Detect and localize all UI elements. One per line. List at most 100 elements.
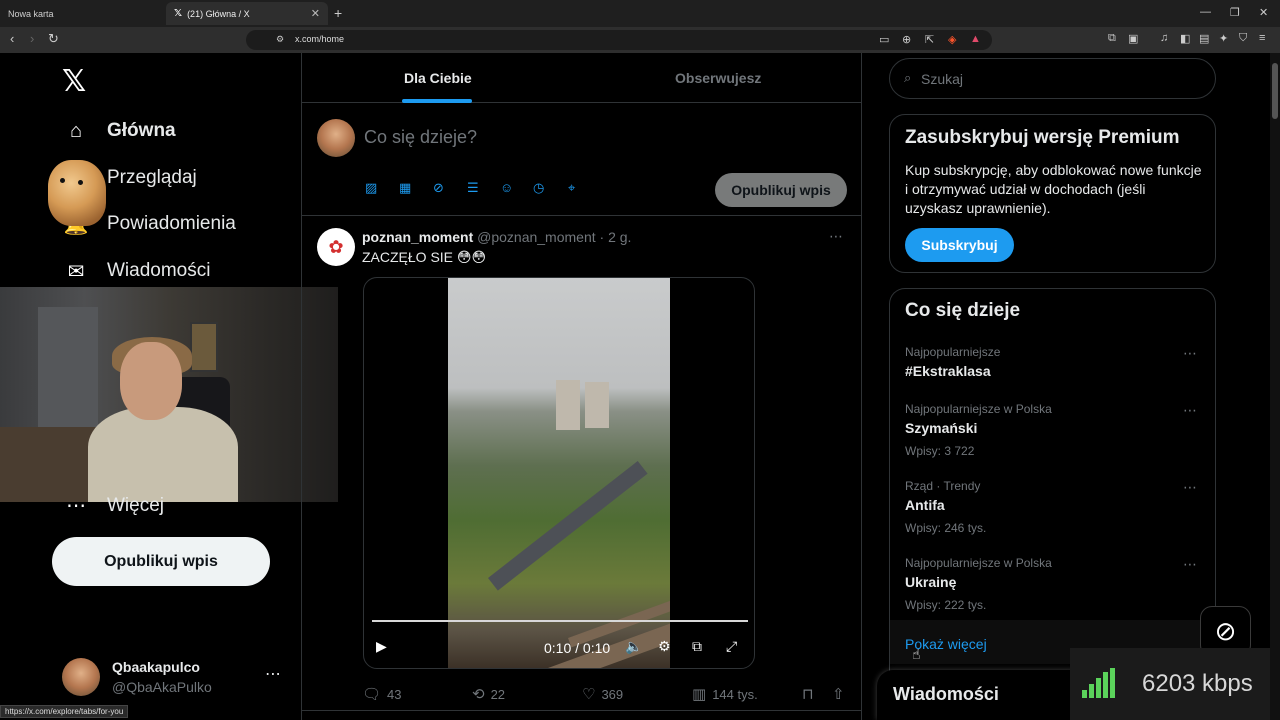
share-icon[interactable]: ⇱ [925,33,934,46]
brave-rewards-icon[interactable]: ▲ [970,33,981,45]
poll-icon[interactable]: ☰ [467,180,479,196]
more-options-icon[interactable]: ⋯ [1183,402,1197,419]
zoom-icon[interactable]: ⊕ [902,33,911,46]
compose-post-button[interactable]: Opublikuj wpis [715,173,847,207]
x-logo-icon[interactable]: 𝕏 [62,64,86,99]
premium-text: Kup subskrypcję, aby odblokować nowe fun… [905,162,1202,216]
post-button[interactable]: Opublikuj wpis [52,537,270,586]
bitrate-value: 6203 kbps [1142,670,1253,697]
browser-tab-bar: Nowa karta 𝕏 (21) Główna / X ✕ + — ❐ ✕ [0,0,1280,27]
more-options-icon[interactable]: ⋯ [829,228,843,245]
more-options-icon[interactable]: ⋯ [265,664,281,684]
new-tab-icon[interactable]: + [334,5,342,21]
browser-tab-x-home[interactable]: 𝕏 (21) Główna / X ✕ [166,2,328,25]
location-icon[interactable]: ⌖ [568,180,575,196]
tab-for-you[interactable]: Dla Ciebie [404,70,472,86]
video-player[interactable]: ▶ 0:10 / 0:10 🔈 ⚙ ⧉ ⤢ [363,277,755,669]
sidebar-item-more[interactable]: ⋯ Więcej [62,493,164,518]
address-bar[interactable]: ⚙ x.com/home ▭ ⊕ ⇱ ◈ ▲ [246,30,992,50]
picture-in-picture-icon[interactable]: ⧉ [692,638,702,655]
messages-drawer-title: Wiadomości [893,684,999,704]
main-timeline: Dla Ciebie Obserwujesz Co się dzieje? ▨ … [301,53,862,720]
cursor-hand-icon: ☝ [912,646,921,662]
close-tab-icon[interactable]: ✕ [311,7,320,20]
schedule-icon[interactable]: ◷ [533,180,544,196]
compose-input[interactable]: Co się dzieje? [364,127,477,148]
media-icon[interactable]: ♫ [1160,32,1168,44]
tab-following[interactable]: Obserwujesz [675,70,761,86]
media-icon[interactable]: ▨ [365,180,377,196]
gif-icon[interactable]: ▦ [399,180,411,196]
subscribe-button[interactable]: Subskrybuj [905,228,1014,262]
bookmark-button[interactable]: ⊓ [802,685,820,703]
timestamp[interactable]: · 2 g. [600,229,632,245]
video-progress-bar[interactable] [372,620,748,622]
mail-icon: ✉ [67,260,85,283]
more-options-icon[interactable]: ⋯ [1183,345,1197,362]
home-icon: ⌂ [69,119,83,142]
vpn-icon[interactable]: ⛉ [1239,32,1247,45]
repost-button[interactable]: ⟲ 22 [472,685,505,703]
trend-item[interactable]: Najpopularniejsze w Polska Szymański Wpi… [905,402,1205,458]
sidebar-item-messages[interactable]: ✉ Wiadomości [62,256,211,286]
cast-icon[interactable]: ▭ [879,33,889,46]
tab-search-icon[interactable]: ▣ [1128,32,1138,45]
search-input[interactable]: ⌕ Szukaj [889,58,1216,99]
timeline-tabs: Dla Ciebie Obserwujesz [302,53,861,103]
trend-count: Wpisy: 3 722 [905,444,975,458]
more-options-icon[interactable]: ⋯ [1183,479,1197,496]
repost-icon: ⟲ [472,686,485,703]
restore-icon[interactable]: ❐ [1230,6,1240,19]
sidebar-item-home[interactable]: ⌂ Główna [62,116,176,146]
window-close-icon[interactable]: ✕ [1259,6,1268,19]
signal-bars-icon [1082,668,1116,698]
share-button[interactable]: ⇧ [832,685,851,703]
browser-tab-new[interactable]: Nowa karta [0,2,165,25]
emoji-icon[interactable]: ☺ [500,180,513,195]
bitrate-overlay: 6203 kbps [1070,648,1280,720]
sidebar-icon[interactable]: ◧ [1180,32,1190,45]
tweet[interactable]: ✿ poznan_moment @poznan_moment · 2 g. ⋯ … [302,216,861,720]
avatar: ✿ [317,228,355,266]
brave-shield-icon[interactable]: ◈ [948,33,956,46]
sidebar-item-label: Więcej [107,494,165,516]
like-button[interactable]: ♡ 369 [582,685,623,703]
scrollbar[interactable] [1270,53,1280,720]
search-icon: ⌕ [904,70,912,85]
repost-count: 22 [490,686,506,702]
forward-icon[interactable]: › [30,31,34,46]
tab-label: Nowa karta [8,8,54,19]
wallet-icon[interactable]: ▤ [1199,32,1209,45]
trends-title: Co się dzieje [905,300,1021,321]
trend-item[interactable]: Rząd · Trendy Antifa Wpisy: 246 tys. ⋯ [905,479,1205,535]
tweet-author[interactable]: poznan_moment @poznan_moment · 2 g. [362,229,631,245]
reply-button[interactable]: 🗨 43 [362,685,402,703]
volume-icon[interactable]: 🔈 [625,638,642,655]
profile-handle: @QbaAkaPulko [112,679,212,695]
trend-context: Najpopularniejsze w Polska [905,402,1052,416]
back-icon[interactable]: ‹ [10,31,14,46]
trend-name: Antifa [905,497,945,513]
leo-ai-icon[interactable]: ✦ [1219,32,1228,45]
minimize-icon[interactable]: — [1200,6,1211,18]
views-button[interactable]: ▥ 144 tys. [692,685,758,703]
tab-label: (21) Główna / X [187,8,250,19]
tweet-actions: 🗨 43 ⟲ 22 ♡ 369 ▥ 144 tys. ⊓ ⇧ [362,685,852,705]
display-name[interactable]: poznan_moment [362,229,473,245]
profile-name: Qbaakapulco [112,659,200,675]
play-icon[interactable]: ▶ [376,638,387,655]
trend-item[interactable]: Najpopularniejsze w Polska Ukrainę Wpisy… [905,556,1205,612]
trend-item[interactable]: Najpopularniejsze #Ekstraklasa ⋯ [905,345,1205,379]
trend-context: Najpopularniejsze [905,345,1001,359]
view-count: 144 tys. [712,686,758,702]
extensions-icon[interactable]: ⧉ [1108,32,1116,45]
more-options-icon[interactable]: ⋯ [1183,556,1197,573]
grok-icon[interactable]: ⊘ [433,180,444,196]
settings-icon[interactable]: ⚙ [658,638,671,655]
menu-icon[interactable]: ≡ [1259,32,1265,44]
messages-drawer[interactable]: Wiadomości [877,670,1087,720]
share-icon: ⇧ [832,686,845,703]
site-info-icon[interactable]: ⚙ [276,34,284,45]
fullscreen-icon[interactable]: ⤢ [726,638,737,655]
reload-icon[interactable]: ↻ [48,31,59,47]
